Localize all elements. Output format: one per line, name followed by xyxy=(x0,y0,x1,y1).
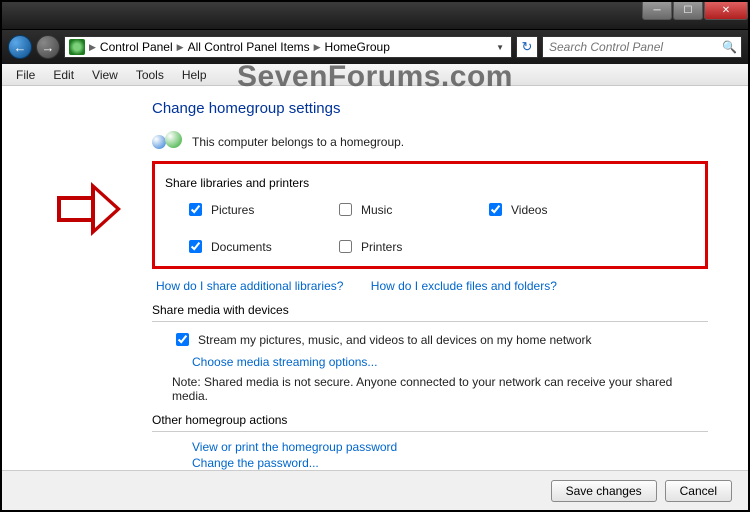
media-security-note: Note: Shared media is not secure. Anyone… xyxy=(172,375,708,403)
menu-view[interactable]: View xyxy=(84,66,126,84)
checkbox-pictures[interactable]: Pictures xyxy=(185,200,335,219)
checkbox-music-input[interactable] xyxy=(339,203,352,216)
window-maximize-button[interactable] xyxy=(673,2,703,20)
content-area: Change homegroup settings This computer … xyxy=(2,88,748,470)
checkbox-printers[interactable]: Printers xyxy=(335,237,485,256)
checkbox-music[interactable]: Music xyxy=(335,200,485,219)
link-change-password[interactable]: Change the password... xyxy=(192,456,708,470)
share-libraries-highlight-box: Share libraries and printers Pictures Mu… xyxy=(152,161,708,269)
footer-bar: Save changes Cancel xyxy=(2,470,748,510)
link-share-additional[interactable]: How do I share additional libraries? xyxy=(156,279,343,293)
checkbox-printers-input[interactable] xyxy=(339,240,352,253)
chevron-right-icon[interactable]: ▶ xyxy=(89,42,96,53)
checkbox-videos-input[interactable] xyxy=(489,203,502,216)
checkbox-videos[interactable]: Videos xyxy=(485,200,595,219)
divider xyxy=(152,431,708,432)
checkbox-stream-media-input[interactable] xyxy=(176,333,189,346)
window-minimize-button[interactable] xyxy=(642,2,672,20)
link-view-password[interactable]: View or print the homegroup password xyxy=(192,440,708,454)
back-button[interactable]: ← xyxy=(8,35,32,59)
menu-help[interactable]: Help xyxy=(174,66,215,84)
checkbox-stream-media-label: Stream my pictures, music, and videos to… xyxy=(198,333,592,347)
checkbox-printers-label: Printers xyxy=(361,240,402,254)
media-group-title: Share media with devices xyxy=(152,303,708,317)
cancel-button[interactable]: Cancel xyxy=(665,480,732,502)
breadcrumb-homegroup[interactable]: HomeGroup xyxy=(325,40,390,54)
refresh-button[interactable]: ↻ xyxy=(516,36,538,58)
checkbox-music-label: Music xyxy=(361,203,392,217)
search-icon[interactable]: 🔍 xyxy=(722,40,737,54)
menu-tools[interactable]: Tools xyxy=(128,66,172,84)
homegroup-icon xyxy=(152,131,182,153)
control-panel-icon xyxy=(69,39,85,55)
link-media-streaming-options[interactable]: Choose media streaming options... xyxy=(192,355,708,369)
menu-edit[interactable]: Edit xyxy=(45,66,82,84)
share-help-links: How do I share additional libraries? How… xyxy=(156,279,708,293)
homegroup-status-row: This computer belongs to a homegroup. xyxy=(152,131,708,153)
checkbox-pictures-label: Pictures xyxy=(211,203,254,217)
breadcrumb-control-panel[interactable]: Control Panel xyxy=(100,40,173,54)
menu-bar: File Edit View Tools Help xyxy=(2,64,748,86)
search-box[interactable]: 🔍 xyxy=(542,36,742,58)
window-close-button[interactable] xyxy=(704,2,748,20)
homegroup-status-text: This computer belongs to a homegroup. xyxy=(192,135,404,149)
checkbox-stream-media[interactable]: Stream my pictures, music, and videos to… xyxy=(172,330,592,349)
checkbox-videos-label: Videos xyxy=(511,203,547,217)
page-title: Change homegroup settings xyxy=(152,100,708,117)
window-titlebar xyxy=(2,2,748,30)
navigation-bar: ← → ▶ Control Panel ▶ All Control Panel … xyxy=(2,30,748,64)
checkbox-documents-input[interactable] xyxy=(189,240,202,253)
divider xyxy=(152,321,708,322)
address-dropdown-icon[interactable]: ▼ xyxy=(493,43,507,52)
checkbox-documents-label: Documents xyxy=(211,240,272,254)
save-changes-button[interactable]: Save changes xyxy=(551,480,657,502)
breadcrumb-all-items[interactable]: All Control Panel Items xyxy=(188,40,310,54)
forward-button[interactable]: → xyxy=(36,35,60,59)
checkbox-pictures-input[interactable] xyxy=(189,203,202,216)
menu-file[interactable]: File xyxy=(8,66,43,84)
link-exclude-files[interactable]: How do I exclude files and folders? xyxy=(371,279,557,293)
chevron-right-icon[interactable]: ▶ xyxy=(177,42,184,53)
chevron-right-icon[interactable]: ▶ xyxy=(314,42,321,53)
checkbox-documents[interactable]: Documents xyxy=(185,237,335,256)
search-input[interactable] xyxy=(547,39,722,55)
share-group-title: Share libraries and printers xyxy=(165,176,695,190)
address-bar[interactable]: ▶ Control Panel ▶ All Control Panel Item… xyxy=(64,36,512,58)
other-actions-title: Other homegroup actions xyxy=(152,413,708,427)
